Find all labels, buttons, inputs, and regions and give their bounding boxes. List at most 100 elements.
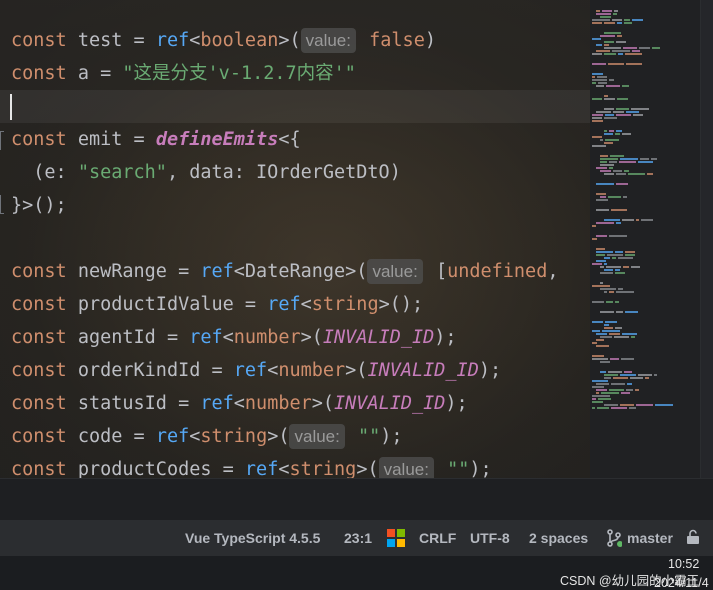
minimap-line — [592, 380, 608, 382]
minimap-line — [604, 133, 613, 135]
language-indicator[interactable]: Vue TypeScript 4.5.5 — [185, 520, 320, 556]
minimap-line — [592, 225, 596, 227]
minimap-line — [609, 389, 624, 391]
code-editor[interactable]: const test = ref<boolean>(value: false) c… — [0, 0, 590, 478]
minimap-line — [596, 209, 609, 211]
code-token: INVALID_ID — [322, 327, 435, 348]
minimap-line — [615, 269, 620, 271]
taskbar-date[interactable]: 2024/11/4 — [654, 576, 709, 590]
minimap-line — [596, 44, 602, 46]
code-token: a = — [66, 63, 123, 84]
code-line[interactable]: const statusId = ref<number>(INVALID_ID)… — [0, 387, 590, 420]
code-token: number — [244, 393, 312, 414]
minimap-line — [655, 404, 673, 406]
code-token: <DateRange>( — [233, 261, 368, 282]
minimap-line — [596, 85, 604, 87]
minimap-line — [633, 114, 643, 116]
text-caret — [10, 94, 12, 120]
fold-marker[interactable] — [0, 131, 4, 150]
code-token: number — [233, 327, 301, 348]
minimap-line — [613, 111, 624, 113]
fold-marker[interactable] — [0, 195, 4, 214]
code-token: boolean — [200, 30, 279, 51]
minimap-line — [652, 47, 660, 49]
code-token: (e: — [11, 162, 78, 183]
minimap-line — [592, 38, 601, 40]
indent-selector[interactable]: 2 spaces — [529, 520, 588, 556]
code-token: >( — [300, 327, 323, 348]
minimap-line — [602, 10, 612, 12]
minimap-line — [625, 251, 635, 253]
code-line[interactable]: const test = ref<boolean>(value: false) — [0, 24, 590, 57]
minimap-line — [630, 377, 643, 379]
minimap-line — [627, 383, 632, 385]
os-taskbar: 10:52 CSDN @幼儿园的小霸王 2024/11/4 — [0, 556, 713, 590]
minimap-line — [596, 251, 613, 253]
minimap-line — [600, 311, 614, 313]
minimap[interactable] — [590, 0, 700, 478]
code-lines[interactable]: const test = ref<boolean>(value: false) c… — [0, 24, 590, 478]
code-token: ); — [380, 426, 403, 447]
code-line[interactable]: const code = ref<string>(value: ""); — [0, 420, 590, 453]
git-branch-selector[interactable]: master — [627, 520, 673, 556]
lock-icon[interactable] — [686, 529, 700, 545]
minimap-line — [636, 219, 639, 221]
code-token: const — [11, 360, 67, 381]
code-line[interactable]: const productIdValue = ref<string>(); — [0, 288, 590, 321]
minimap-line — [615, 301, 619, 303]
git-branch-icon — [607, 529, 622, 547]
code-line[interactable] — [0, 90, 590, 123]
minimap-line — [611, 209, 627, 211]
code-line[interactable] — [0, 222, 590, 255]
code-token: < — [233, 393, 245, 414]
inlay-hint: value: — [367, 259, 423, 284]
minimap-line — [592, 76, 595, 78]
code-line[interactable]: const productCodes = ref<string>(value: … — [0, 453, 590, 478]
code-token: ref — [267, 294, 301, 315]
editor-scrollbar[interactable] — [700, 0, 713, 478]
minimap-line — [608, 196, 621, 198]
minimap-line — [601, 392, 619, 394]
minimap-line — [616, 183, 628, 185]
minimap-line — [615, 133, 620, 135]
taskbar-time[interactable]: 10:52 — [668, 557, 699, 571]
code-line[interactable]: const agentId = ref<number>(INVALID_ID); — [0, 321, 590, 354]
caret-position[interactable]: 23:1 — [344, 520, 372, 556]
minimap-line — [602, 330, 620, 332]
minimap-line — [604, 269, 613, 271]
minimap-line — [620, 404, 634, 406]
minimap-line — [625, 53, 642, 55]
minimap-line — [604, 41, 614, 43]
line-ending-selector[interactable]: CRLF — [419, 520, 456, 556]
code-token: < — [278, 459, 290, 478]
minimap-line — [604, 374, 618, 376]
code-token: < — [267, 360, 279, 381]
code-token: newRange = — [66, 261, 201, 282]
code-line[interactable]: }>(); — [0, 189, 590, 222]
minimap-line — [600, 266, 604, 268]
code-token: ); — [445, 393, 468, 414]
minimap-line — [620, 158, 638, 160]
minimap-line — [624, 22, 632, 24]
minimap-line — [639, 47, 650, 49]
minimap-line — [596, 339, 604, 341]
code-token: >( — [356, 459, 379, 478]
minimap-line — [592, 79, 607, 81]
minimap-line — [592, 330, 600, 332]
code-line[interactable]: const orderKindId = ref<number>(INVALID_… — [0, 354, 590, 387]
code-line[interactable]: const emit = defineEmits<{ — [0, 123, 590, 156]
minimap-line — [640, 158, 649, 160]
minimap-line — [604, 130, 607, 132]
minimap-line — [604, 324, 609, 326]
minimap-line — [592, 145, 606, 147]
minimap-line — [596, 193, 606, 195]
code-line[interactable]: (e: "search", data: IOrderGetDtO) — [0, 156, 590, 189]
minimap-line — [616, 222, 621, 224]
code-line[interactable]: const newRange = ref<DateRange>(value: [… — [0, 255, 590, 288]
code-line[interactable]: const a = "这是分支'v-1.2.7内容'" — [0, 57, 590, 90]
minimap-line — [600, 139, 603, 141]
code-token: const — [11, 63, 67, 84]
minimap-line — [606, 266, 621, 268]
encoding-selector[interactable]: UTF-8 — [470, 520, 510, 556]
minimap-line — [625, 311, 638, 313]
